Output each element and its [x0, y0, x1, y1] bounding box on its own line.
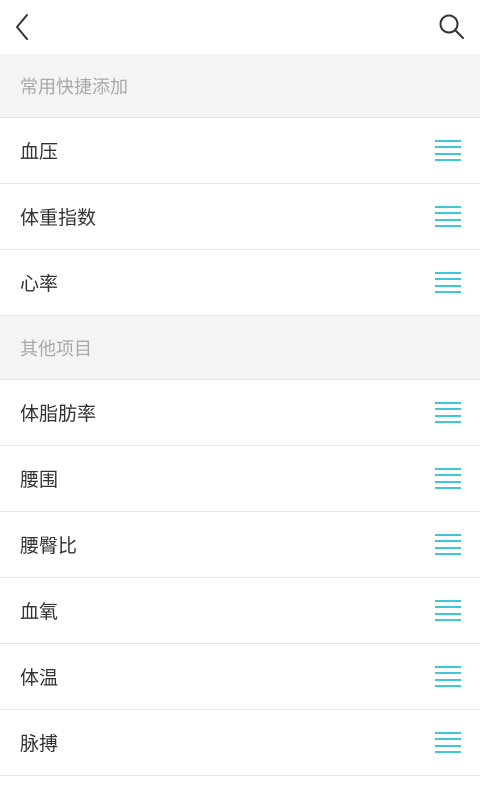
- list-item-label: 脉搏: [20, 733, 59, 755]
- list-item[interactable]: 腰臀比: [0, 512, 480, 578]
- drag-handle-icon[interactable]: [435, 401, 461, 424]
- list-item[interactable]: 血压: [0, 118, 480, 184]
- drag-handle-icon[interactable]: [435, 599, 461, 622]
- back-arrow-icon: [16, 14, 28, 40]
- drag-handle-icon[interactable]: [435, 467, 461, 490]
- list-item-label: 体重指数: [20, 207, 97, 229]
- list-item-label: 体脂肪率: [20, 403, 97, 425]
- list-item[interactable]: 血氧: [0, 578, 480, 644]
- list-item[interactable]: 体重指数: [0, 184, 480, 250]
- drag-handle-icon[interactable]: [435, 731, 461, 754]
- section-header-common: 常用快捷添加: [0, 54, 480, 118]
- search-icon: [439, 14, 464, 39]
- drag-handle-icon[interactable]: [435, 665, 461, 688]
- list-item[interactable]: 脉搏: [0, 710, 480, 776]
- list-item-label: 腰围: [20, 469, 59, 491]
- list-item-label: 血压: [20, 141, 59, 163]
- list-item-label: 血氧: [20, 601, 59, 623]
- list-item[interactable]: 体温: [0, 644, 480, 710]
- drag-handle-icon[interactable]: [435, 205, 461, 228]
- drag-handle-icon[interactable]: [435, 533, 461, 556]
- list-item[interactable]: 体脂肪率: [0, 380, 480, 446]
- list-item-label: 体温: [20, 667, 59, 689]
- list-item[interactable]: 心率: [0, 250, 480, 316]
- list-item-label: 心率: [20, 273, 59, 295]
- section-header-other: 其他项目: [0, 316, 480, 380]
- drag-handle-icon[interactable]: [435, 271, 461, 294]
- top-bar: [0, 0, 480, 54]
- back-button[interactable]: [10, 10, 38, 44]
- list-item-label: 腰臀比: [20, 535, 78, 557]
- search-button[interactable]: [438, 12, 466, 42]
- list-item[interactable]: 腰围: [0, 446, 480, 512]
- drag-handle-icon[interactable]: [435, 139, 461, 162]
